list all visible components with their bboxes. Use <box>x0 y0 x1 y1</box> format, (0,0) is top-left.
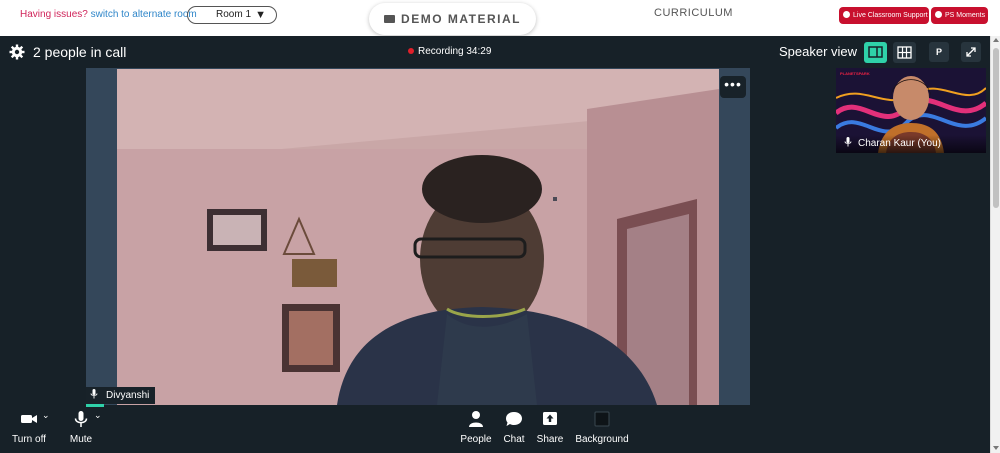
curriculum-tab[interactable]: CURRICULUM <box>654 7 733 19</box>
issues-message: Having issues? switch to alternate room <box>20 9 197 20</box>
more-options-button[interactable]: ••• <box>720 76 746 98</box>
recording-label: Recording 34:29 <box>418 46 492 57</box>
gear-icon[interactable] <box>9 44 25 60</box>
video-frame-image <box>117 69 719 405</box>
grid-view-button[interactable] <box>893 42 916 63</box>
room-select[interactable]: Room 1 ▼ <box>187 6 277 24</box>
scrollbar-thumb[interactable] <box>993 48 999 208</box>
participant-name: Divyanshi <box>106 390 150 401</box>
video-camera-icon <box>21 415 37 423</box>
main-video-feed[interactable] <box>117 69 719 405</box>
people-count: 2 people in call <box>33 44 127 60</box>
camera-label: Turn off <box>12 434 46 445</box>
camera-icon <box>935 11 942 18</box>
scroll-up-icon[interactable] <box>993 38 999 42</box>
microphone-icon <box>844 137 852 147</box>
scroll-down-icon[interactable] <box>993 446 999 450</box>
self-name: Charan Kaur (You) <box>858 138 942 149</box>
folder-icon <box>384 15 396 23</box>
issues-prefix: Having issues? <box>20 9 88 20</box>
camera-options-chevron-icon[interactable]: ⌄ <box>42 410 50 421</box>
background-label: Background <box>575 434 629 445</box>
grid-layout-icon <box>897 46 912 59</box>
mic-label: Mute <box>69 434 93 445</box>
expand-icon <box>966 47 976 57</box>
share-label: Share <box>536 434 564 445</box>
ps-moments-label: PS Moments <box>945 12 986 19</box>
chat-bubble-icon <box>506 412 522 426</box>
person-icon <box>469 411 483 427</box>
live-classroom-support-button[interactable]: Live Classroom Support <box>839 7 929 24</box>
demo-material-label: DEMO MATERIAL <box>401 12 521 26</box>
background-icon <box>594 411 610 427</box>
live-support-label: Live Classroom Support <box>853 12 928 19</box>
ps-moments-button[interactable]: PS Moments <box>931 7 988 24</box>
recording-status: Recording 34:29 <box>408 46 491 57</box>
microphone-icon <box>90 389 98 399</box>
speaker-layout-icon <box>868 46 883 58</box>
speaker-view-button[interactable] <box>864 42 887 63</box>
switch-room-link[interactable]: switch to alternate room <box>91 9 197 20</box>
top-bar: Having issues? switch to alternate room … <box>0 0 1000 36</box>
brand-logo: PLANETSPARK <box>840 71 870 76</box>
p-button[interactable]: P <box>929 42 949 62</box>
self-video-thumbnail[interactable]: PLANETSPARK Charan Kaur (You) <box>836 68 986 153</box>
self-name-tag: Charan Kaur (You) <box>836 135 986 153</box>
people-button[interactable]: People <box>459 406 493 445</box>
page-scrollbar[interactable] <box>990 36 1000 453</box>
mic-options-chevron-icon[interactable]: ⌄ <box>94 410 102 421</box>
chat-button[interactable]: Chat <box>501 406 527 445</box>
share-button[interactable]: Share <box>536 406 564 445</box>
call-container: 2 people in call Recording 34:29 Speaker… <box>0 36 990 453</box>
recording-dot-icon <box>408 48 414 54</box>
screen-share-icon <box>543 412 557 425</box>
fullscreen-button[interactable] <box>961 42 981 62</box>
support-icon <box>843 11 850 18</box>
people-label: People <box>460 434 492 445</box>
caret-down-icon: ▼ <box>255 9 266 21</box>
view-mode-label: Speaker view <box>779 44 858 59</box>
room-select-value: Room 1 <box>216 9 252 20</box>
call-header: 2 people in call Recording 34:29 Speaker… <box>0 36 990 68</box>
participant-name-tag: Divyanshi <box>86 387 156 404</box>
chat-label: Chat <box>503 434 525 445</box>
demo-material-button[interactable]: DEMO MATERIAL <box>369 3 536 35</box>
background-button[interactable]: Background <box>574 406 630 445</box>
microphone-icon <box>74 411 88 427</box>
mic-toggle-button[interactable]: Mute <box>66 406 96 445</box>
